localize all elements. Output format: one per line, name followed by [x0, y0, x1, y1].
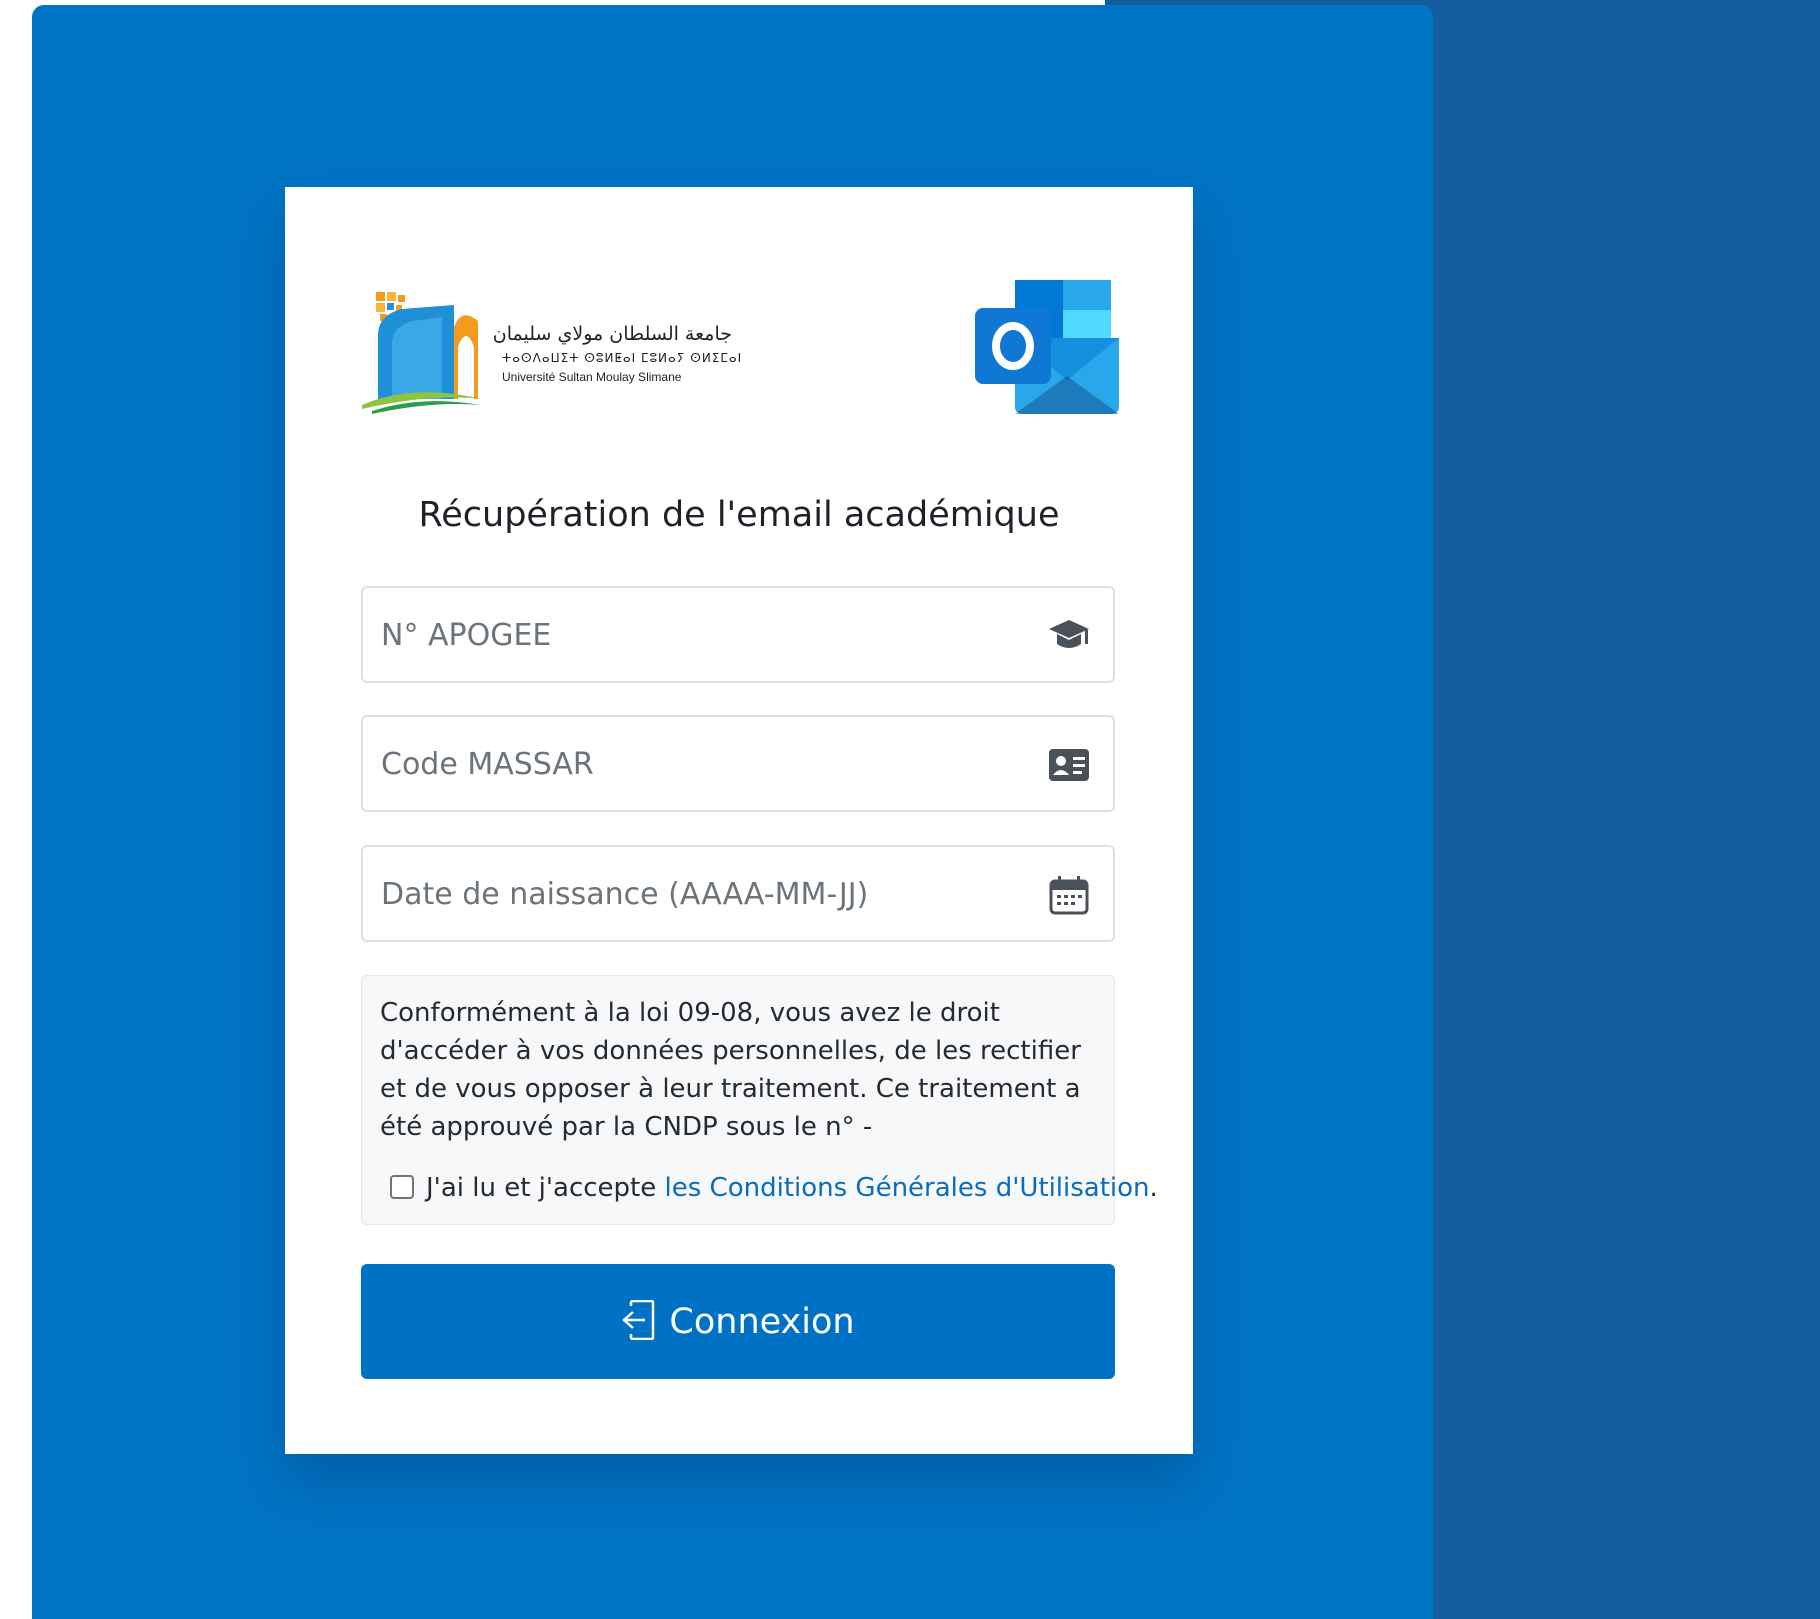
university-logo: جامعة السلطان مولاي سليمان ⵜⴰⵙⴷⴰⵡⵉⵜ ⵙⵓⵍⵟ…	[362, 287, 741, 417]
outlook-icon	[975, 280, 1119, 414]
birthdate-field[interactable]	[361, 845, 1115, 942]
apogee-input[interactable]	[379, 588, 1023, 683]
recovery-card: جامعة السلطان مولاي سليمان ⵜⴰⵙⴷⴰⵡⵉⵜ ⵙⵓⵍⵟ…	[285, 187, 1193, 1454]
consent-prefix: J'ai lu et j'accepte	[426, 1173, 665, 1203]
graduation-cap-icon	[1047, 616, 1091, 656]
logo-arabic-name: جامعة السلطان مولاي سليمان	[492, 323, 732, 345]
terms-checkbox[interactable]	[390, 1175, 414, 1199]
logo-french-name: Université Sultan Moulay Slimane	[502, 370, 682, 384]
terms-link[interactable]: les Conditions Générales d'Utilisation	[665, 1173, 1150, 1203]
consent-suffix: .	[1149, 1173, 1158, 1203]
privacy-notice-text: Conformément à la loi 09-08, vous avez l…	[380, 998, 1081, 1142]
sign-in-icon	[621, 1299, 655, 1343]
calendar-icon	[1047, 875, 1091, 915]
connexion-button[interactable]: Connexion	[361, 1264, 1115, 1379]
privacy-notice: Conformément à la loi 09-08, vous avez l…	[361, 975, 1158, 1225]
terms-consent-label: J'ai lu et j'accepte les Conditions Géné…	[426, 1170, 1158, 1206]
id-card-icon	[1047, 745, 1091, 785]
logo-tifinagh-name: ⵜⴰⵙⴷⴰⵡⵉⵜ ⵙⵓⵍⵟⴰⵏ ⵎⵓⵍⴰⵢ ⵙⵍⵉⵎⴰⵏ	[502, 351, 743, 365]
birthdate-input[interactable]	[379, 847, 1023, 942]
massar-field[interactable]	[361, 715, 1115, 812]
connexion-button-label: Connexion	[669, 1301, 855, 1342]
page-title: Récupération de l'email académique	[418, 495, 1060, 535]
massar-input[interactable]	[379, 717, 1023, 812]
apogee-field[interactable]	[361, 586, 1115, 683]
